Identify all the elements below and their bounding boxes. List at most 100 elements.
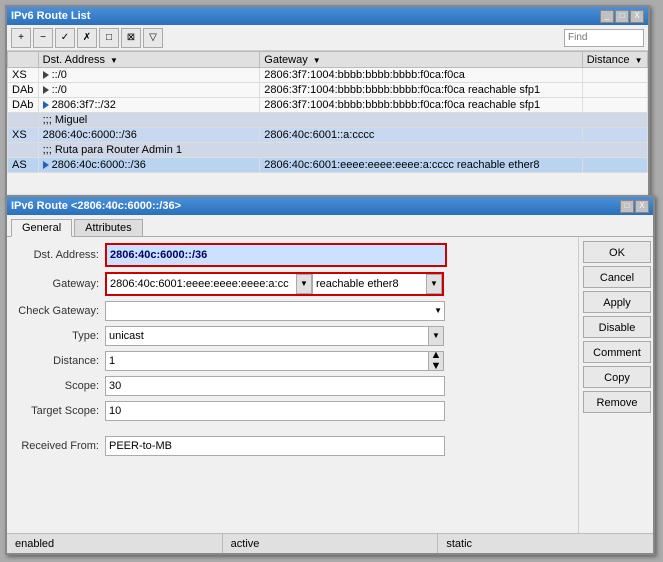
row-dst: ::/0: [38, 83, 260, 98]
gateway-input[interactable]: [107, 274, 297, 294]
comment-button[interactable]: Comment: [583, 341, 651, 363]
cancel-button[interactable]: Cancel: [583, 266, 651, 288]
route-detail-window: IPv6 Route <2806:40c:6000::/36> □ X Gene…: [5, 195, 655, 555]
table-row[interactable]: XS 2806:40c:6000::/36 2806:40c:6001::a:c…: [8, 128, 648, 143]
list-maximize-button[interactable]: □: [615, 10, 629, 23]
copy-button-toolbar[interactable]: □: [99, 28, 119, 48]
detail-titlebar-buttons: □ X: [620, 200, 649, 213]
row-gw: 2806:40c:6001::a:cccc: [260, 128, 582, 143]
row-dist: [582, 98, 647, 113]
table-row-group: ;;; Miguel: [8, 113, 648, 128]
table-row-selected[interactable]: AS 2806:40c:6000::/36 2806:40c:6001:eeee…: [8, 158, 648, 173]
detail-window-titlebar: IPv6 Route <2806:40c:6000::/36> □ X: [7, 197, 653, 215]
scope-label: Scope:: [15, 380, 105, 392]
row-dst: 2806:40c:6000::/36: [38, 158, 260, 173]
row-dist: [582, 68, 647, 83]
received-from-input[interactable]: [105, 436, 445, 456]
row-flag: DAb: [8, 83, 39, 98]
sort-arrow-dst: ▼: [110, 56, 118, 65]
type-dropdown-button[interactable]: ▼: [428, 326, 444, 346]
row-dst: 2806:40c:6000::/36: [38, 128, 260, 143]
find-input[interactable]: [564, 29, 644, 47]
table-row[interactable]: XS ::/0 2806:3f7:1004:bbbb:bbbb:bbbb:f0c…: [8, 68, 648, 83]
type-field: ▼: [105, 326, 444, 346]
row-flag: [8, 143, 39, 158]
type-row: Type: ▼: [15, 326, 570, 346]
check-gateway-dropdown[interactable]: ▼: [105, 301, 445, 321]
add-button[interactable]: +: [11, 28, 31, 48]
gateway-suffix-dropdown[interactable]: ▼: [426, 274, 442, 294]
row-gw: 2806:40c:6001:eeee:eeee:eeee:a:cccc reac…: [260, 158, 582, 173]
disable-button[interactable]: Disable: [583, 316, 651, 338]
distance-spinner[interactable]: ▲▼: [428, 351, 444, 371]
chevron-down-icon: ▼: [300, 280, 308, 288]
expand-icon: [43, 71, 49, 79]
dst-address-label: Dst. Address:: [15, 249, 105, 261]
apply-button[interactable]: Apply: [583, 291, 651, 313]
chevron-down-icon2: ▼: [430, 280, 438, 288]
route-table: Dst. Address ▼ Gateway ▼ Distance ▼ XS :…: [7, 51, 648, 173]
copy-button[interactable]: Copy: [583, 366, 651, 388]
sort-arrow-gw: ▼: [313, 56, 321, 65]
table-row[interactable]: DAb ::/0 2806:3f7:1004:bbbb:bbbb:bbbb:f0…: [8, 83, 648, 98]
detail-maximize-button[interactable]: □: [620, 200, 634, 213]
row-group-label: ;;; Miguel: [38, 113, 647, 128]
dst-address-input[interactable]: [107, 245, 445, 265]
distance-input[interactable]: [105, 351, 429, 371]
list-close-button[interactable]: X: [630, 10, 644, 23]
remove-button[interactable]: Remove: [583, 391, 651, 413]
detail-body: Dst. Address: Gateway: ▼ ▼ Check Gateway…: [7, 237, 653, 538]
sort-arrow-dist: ▼: [635, 56, 643, 65]
settings-button[interactable]: ⊠: [121, 28, 141, 48]
target-scope-row: Target Scope:: [15, 401, 570, 421]
list-toolbar: + − ✓ ✗ □ ⊠ ▽: [7, 25, 648, 51]
gateway-label: Gateway:: [15, 278, 105, 290]
gateway-suffix-input[interactable]: [312, 274, 427, 294]
row-gw: 2806:3f7:1004:bbbb:bbbb:bbbb:f0ca:f0ca: [260, 68, 582, 83]
row-dist: [582, 128, 647, 143]
status-enabled: enabled: [7, 534, 223, 553]
list-minimize-button[interactable]: _: [600, 10, 614, 23]
expand-icon: [43, 86, 49, 94]
distance-row: Distance: ▲▼: [15, 351, 570, 371]
route-list-window: IPv6 Route List _ □ X + − ✓ ✗ □ ⊠ ▽ Dst.…: [5, 5, 650, 200]
remove-button[interactable]: −: [33, 28, 53, 48]
tab-bar: General Attributes: [7, 215, 653, 237]
cross-button[interactable]: ✗: [77, 28, 97, 48]
spinner-arrows: ▲▼: [431, 350, 442, 372]
action-buttons: OK Cancel Apply Disable Comment Copy Rem…: [578, 237, 653, 538]
expand-icon: [43, 101, 49, 109]
route-table-container: Dst. Address ▼ Gateway ▼ Distance ▼ XS :…: [7, 51, 648, 199]
detail-window-title: IPv6 Route <2806:40c:6000::/36>: [11, 200, 181, 212]
check-gateway-label: Check Gateway:: [15, 305, 105, 317]
spacer: [15, 426, 570, 436]
col-header-gw[interactable]: Gateway ▼: [260, 52, 582, 68]
row-dist: [582, 158, 647, 173]
filter-button[interactable]: ▽: [143, 28, 163, 48]
row-group-label: ;;; Ruta para Router Admin 1: [38, 143, 647, 158]
type-input[interactable]: [105, 326, 429, 346]
tab-general[interactable]: General: [11, 219, 72, 237]
distance-field: ▲▼: [105, 351, 444, 371]
tab-attributes[interactable]: Attributes: [74, 219, 142, 236]
col-header-dst[interactable]: Dst. Address ▼: [38, 52, 260, 68]
check-gateway-row: Check Gateway: ▼: [15, 301, 570, 321]
status-bar: enabled active static: [7, 533, 653, 553]
col-header-flag[interactable]: [8, 52, 39, 68]
ok-button[interactable]: OK: [583, 241, 651, 263]
table-row[interactable]: DAb 2806:3f7::/32 2806:3f7:1004:bbbb:bbb…: [8, 98, 648, 113]
gateway-dropdown-button[interactable]: ▼: [296, 274, 312, 294]
detail-close-button[interactable]: X: [635, 200, 649, 213]
scope-input[interactable]: [105, 376, 445, 396]
scope-row: Scope:: [15, 376, 570, 396]
expand-icon: [43, 161, 49, 169]
chevron-down-icon4: ▼: [432, 332, 440, 340]
table-row-group: ;;; Ruta para Router Admin 1: [8, 143, 648, 158]
gateway-highlight: ▼ ▼: [105, 272, 444, 296]
col-header-dist[interactable]: Distance ▼: [582, 52, 647, 68]
row-flag: DAb: [8, 98, 39, 113]
detail-fields: Dst. Address: Gateway: ▼ ▼ Check Gateway…: [7, 237, 578, 538]
check-button[interactable]: ✓: [55, 28, 75, 48]
row-flag: XS: [8, 68, 39, 83]
target-scope-input[interactable]: [105, 401, 445, 421]
